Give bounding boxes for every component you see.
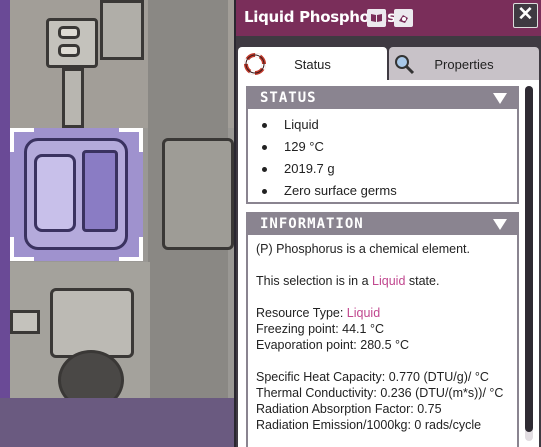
reservoir-panel <box>82 150 118 232</box>
information-section-title: INFORMATION <box>260 216 364 232</box>
selection-corner-br <box>119 237 143 261</box>
element-description: (P) Phosphorus is a chemical element. <box>256 242 470 256</box>
radiation-emission: Radiation Emission/1000kg: 0 rads/cycle <box>256 418 482 432</box>
selection-corner-tl <box>10 128 34 152</box>
status-section: STATUS Liquid 129 °C 2019.7 g Zero surfa… <box>246 86 519 204</box>
information-section: INFORMATION (P) Phosphorus is a chemical… <box>246 212 519 447</box>
door-tile <box>50 288 134 358</box>
selection-corner-bl <box>10 237 34 261</box>
info-panel: Liquid Phosphorus ✕ Status Properties ST… <box>234 0 541 447</box>
camera-focus-icon[interactable] <box>394 9 413 27</box>
status-section-title: STATUS <box>260 90 317 106</box>
panel-title-bar: Liquid Phosphorus ✕ <box>236 0 541 36</box>
panel-content: STATUS Liquid 129 °C 2019.7 g Zero surfa… <box>238 80 539 447</box>
arrow-shape <box>10 310 40 334</box>
resource-type-label: Resource Type: <box>256 306 347 320</box>
specific-heat: Specific Heat Capacity: 0.770 (DTU/g)/ °… <box>256 370 489 384</box>
status-item-state: Liquid <box>262 115 517 137</box>
state-prefix: This selection is in a <box>256 274 373 288</box>
reservoir-tank <box>34 154 76 232</box>
vertical-pipe <box>62 68 84 128</box>
selection-corner-tr <box>119 128 143 152</box>
status-section-header[interactable]: STATUS <box>248 88 517 109</box>
collapse-arrow-icon[interactable] <box>493 93 507 104</box>
scrollbar-track[interactable] <box>525 86 533 441</box>
tab-properties-label: Properties <box>434 57 494 72</box>
status-item-mass: 2019.7 g <box>262 159 517 181</box>
information-body: (P) Phosphorus is a chemical element. Th… <box>248 235 517 433</box>
pipe-cap <box>100 0 144 60</box>
machine-knob-1 <box>58 26 80 39</box>
close-button[interactable]: ✕ <box>513 3 538 28</box>
resource-type-line: Resource Type: Liquid <box>256 305 517 321</box>
tab-properties[interactable]: Properties <box>389 47 539 80</box>
tab-status[interactable]: Status <box>238 47 387 80</box>
resource-type-link[interactable]: Liquid <box>347 306 380 320</box>
status-item-germs: Zero surface germs <box>262 181 517 203</box>
radiation-absorption: Radiation Absorption Factor: 0.75 <box>256 402 442 416</box>
metal-tile <box>162 138 234 250</box>
state-line: This selection is in a Liquid state. <box>256 273 517 289</box>
panel-tabs: Status Properties <box>236 47 541 80</box>
collapse-arrow-icon[interactable] <box>493 219 507 230</box>
scrollbar-thumb[interactable] <box>525 86 533 432</box>
information-section-header[interactable]: INFORMATION <box>248 214 517 235</box>
status-list: Liquid 129 °C 2019.7 g Zero surface germ… <box>248 109 517 203</box>
purple-floor <box>0 398 234 447</box>
state-suffix: state. <box>405 274 440 288</box>
purple-edge <box>0 0 10 400</box>
evaporation-point: Evaporation point: 280.5 °C <box>256 338 410 352</box>
status-item-temperature: 129 °C <box>262 137 517 159</box>
tab-status-label: Status <box>294 57 331 72</box>
machine-knob-2 <box>58 44 80 57</box>
thermal-conductivity: Thermal Conductivity: 0.236 (DTU/(m*s))/… <box>256 386 504 400</box>
freezing-point: Freezing point: 44.1 °C <box>256 322 384 336</box>
codex-book-icon[interactable] <box>367 9 386 27</box>
state-link[interactable]: Liquid <box>372 274 405 288</box>
